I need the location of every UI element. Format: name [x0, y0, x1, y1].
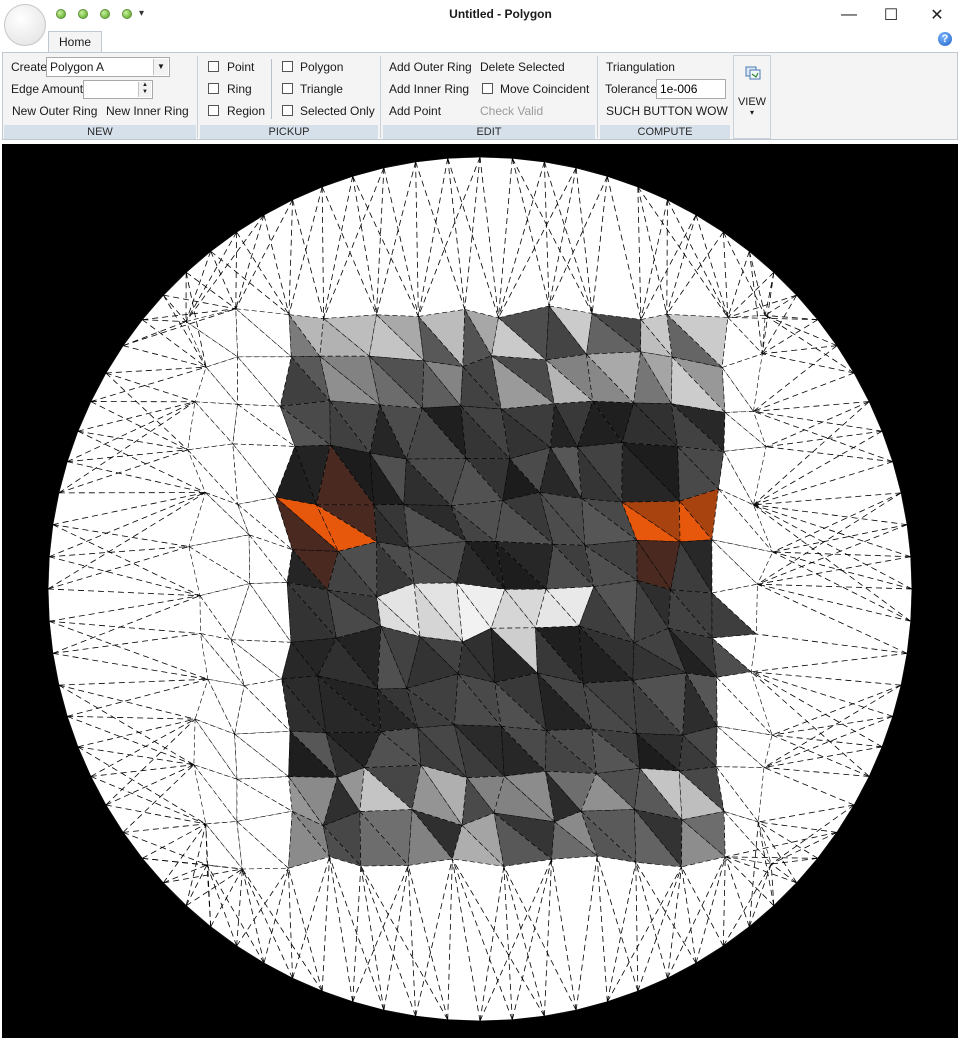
triangulation-button[interactable]: Triangulation: [606, 59, 675, 75]
tab-home[interactable]: Home: [48, 31, 102, 52]
group-caption-pickup: PICKUP: [200, 125, 378, 139]
ribbon-group-new: Create Polygon A ▼ Edge Amount ▲▼ New Ou…: [4, 55, 196, 139]
group-divider: [597, 56, 598, 138]
ribbon-group-pickup: Point Ring Region Polygon Triangle Selec…: [200, 55, 378, 139]
triangulation-mesh[interactable]: [2, 144, 958, 1038]
tolerance-label: Tolerance: [605, 81, 657, 97]
ribbon-group-edit: Add Outer Ring Add Inner Ring Add Point …: [383, 55, 595, 139]
drawing-canvas[interactable]: [2, 144, 958, 1038]
triangle-label: Triangle: [300, 81, 343, 97]
new-outer-ring-button[interactable]: New Outer Ring: [12, 103, 97, 119]
region-checkbox[interactable]: [208, 105, 219, 116]
app-menu-orb-icon[interactable]: [4, 4, 46, 46]
group-divider: [197, 56, 198, 138]
polygon-label: Polygon: [300, 59, 343, 75]
chevron-down-icon[interactable]: ▼: [153, 59, 168, 75]
group-divider: [380, 56, 381, 138]
edge-amount-label: Edge Amount: [11, 81, 83, 97]
view-button[interactable]: VIEW ▾: [733, 55, 771, 139]
view-icon: [745, 64, 761, 80]
add-point-button[interactable]: Add Point: [389, 103, 441, 119]
create-label: Create: [11, 59, 47, 75]
ring-label: Ring: [227, 81, 252, 97]
minimize-button[interactable]: —: [826, 0, 872, 30]
window-title: Untitled - Polygon: [0, 7, 960, 21]
chevron-down-icon: ▾: [734, 108, 770, 117]
help-icon[interactable]: ?: [938, 32, 952, 46]
group-caption-compute: COMPUTE: [600, 125, 730, 139]
polygon-checkbox[interactable]: [282, 61, 293, 72]
maximize-button[interactable]: ☐: [868, 0, 914, 30]
create-combo[interactable]: Polygon A ▼: [46, 57, 170, 77]
tolerance-field[interactable]: [656, 79, 726, 99]
ribbon-tab-row: [0, 30, 960, 52]
delete-selected-button[interactable]: Delete Selected: [480, 59, 565, 75]
spinner-arrows-icon[interactable]: ▲▼: [138, 82, 151, 97]
group-caption-new: NEW: [4, 125, 196, 139]
create-combo-value: Polygon A: [50, 60, 104, 74]
add-inner-ring-button[interactable]: Add Inner Ring: [389, 81, 469, 97]
check-valid-button[interactable]: Check Valid: [480, 103, 543, 119]
triangle-checkbox[interactable]: [282, 83, 293, 94]
point-checkbox[interactable]: [208, 61, 219, 72]
ribbon-group-compute: Triangulation Tolerance SUCH BUTTON WOW …: [600, 55, 730, 139]
group-caption-edit: EDIT: [383, 125, 595, 139]
region-label: Region: [227, 103, 265, 119]
pickup-divider: [271, 59, 272, 119]
close-button[interactable]: ✕: [914, 0, 960, 30]
selected-only-checkbox[interactable]: [282, 105, 293, 116]
edge-amount-spinner[interactable]: ▲▼: [83, 80, 153, 99]
selected-only-label: Selected Only: [300, 103, 375, 119]
move-coincident-checkbox[interactable]: [482, 83, 493, 94]
ring-checkbox[interactable]: [208, 83, 219, 94]
add-outer-ring-button[interactable]: Add Outer Ring: [389, 59, 472, 75]
such-button-wow[interactable]: SUCH BUTTON WOW: [606, 103, 728, 119]
move-coincident-label: Move Coincident: [500, 81, 589, 97]
point-label: Point: [227, 59, 254, 75]
new-inner-ring-button[interactable]: New Inner Ring: [106, 103, 189, 119]
